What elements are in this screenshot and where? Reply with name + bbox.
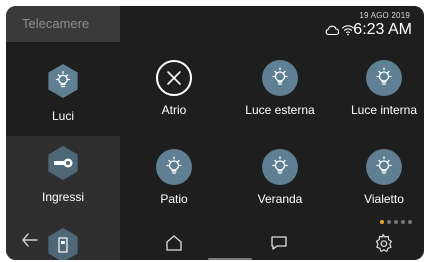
lightbulb-icon [366, 149, 402, 185]
bottom-nav [120, 230, 424, 260]
page-dot[interactable] [394, 220, 398, 224]
close-icon [156, 60, 192, 96]
sidebar-item-luci[interactable]: Luci [6, 42, 120, 136]
door-icon[interactable] [48, 228, 78, 260]
sidebar-item-label: Luci [51, 109, 74, 123]
sidebar-item-ingressi[interactable]: Ingressi [6, 136, 120, 222]
page-indicator[interactable] [380, 220, 415, 226]
arrow-left-icon[interactable] [20, 230, 40, 250]
home-indicator [208, 258, 252, 260]
lightbulb-icon [156, 149, 192, 185]
sidebar-footer [6, 222, 120, 260]
sidebar-item-label: Ingressi [41, 190, 85, 204]
main-panel: 19 AGO 2019 6:23 AM Atrio Luce esterna L… [120, 6, 424, 260]
home-icon[interactable] [163, 232, 185, 254]
lightbulb-icon [48, 64, 78, 98]
tile-label: Atrio [161, 103, 187, 117]
tile-label: Luce esterna [245, 103, 315, 117]
tile-veranda[interactable]: Veranda [229, 149, 329, 239]
tile-atrio[interactable]: Atrio [123, 60, 223, 150]
status-date: 19 AGO 2019 [359, 11, 410, 20]
chat-icon[interactable] [268, 232, 290, 254]
page-dot[interactable] [387, 220, 391, 224]
settings-icon[interactable] [372, 232, 394, 254]
sidebar: Telecamere Luci Ingressi [6, 6, 120, 260]
sidebar-title[interactable]: Telecamere [6, 6, 120, 42]
tile-label: Veranda [257, 192, 303, 206]
page-dot[interactable] [408, 220, 412, 224]
tile-label: Vialetto [364, 192, 404, 206]
page-dot-active[interactable] [380, 220, 384, 224]
lightbulb-icon [262, 149, 298, 185]
tile-label: Patio [160, 192, 188, 206]
lightbulb-icon [262, 60, 298, 96]
cloud-icon [325, 25, 340, 36]
app-window: Telecamere Luci Ingressi 19 AGO 2019 6:2… [6, 6, 424, 260]
status-bar: 19 AGO 2019 6:23 AM [276, 10, 416, 40]
status-time: 6:23 AM [353, 21, 412, 38]
tile-luce-esterna[interactable]: Luce esterna [229, 60, 329, 150]
tile-luce-interna[interactable]: Luce interna [333, 60, 424, 150]
key-toggle-icon [48, 146, 78, 180]
page-dot[interactable] [401, 220, 405, 224]
tile-label: Luce interna [350, 103, 418, 117]
lightbulb-icon [366, 60, 402, 96]
tile-patio[interactable]: Patio [123, 149, 223, 239]
